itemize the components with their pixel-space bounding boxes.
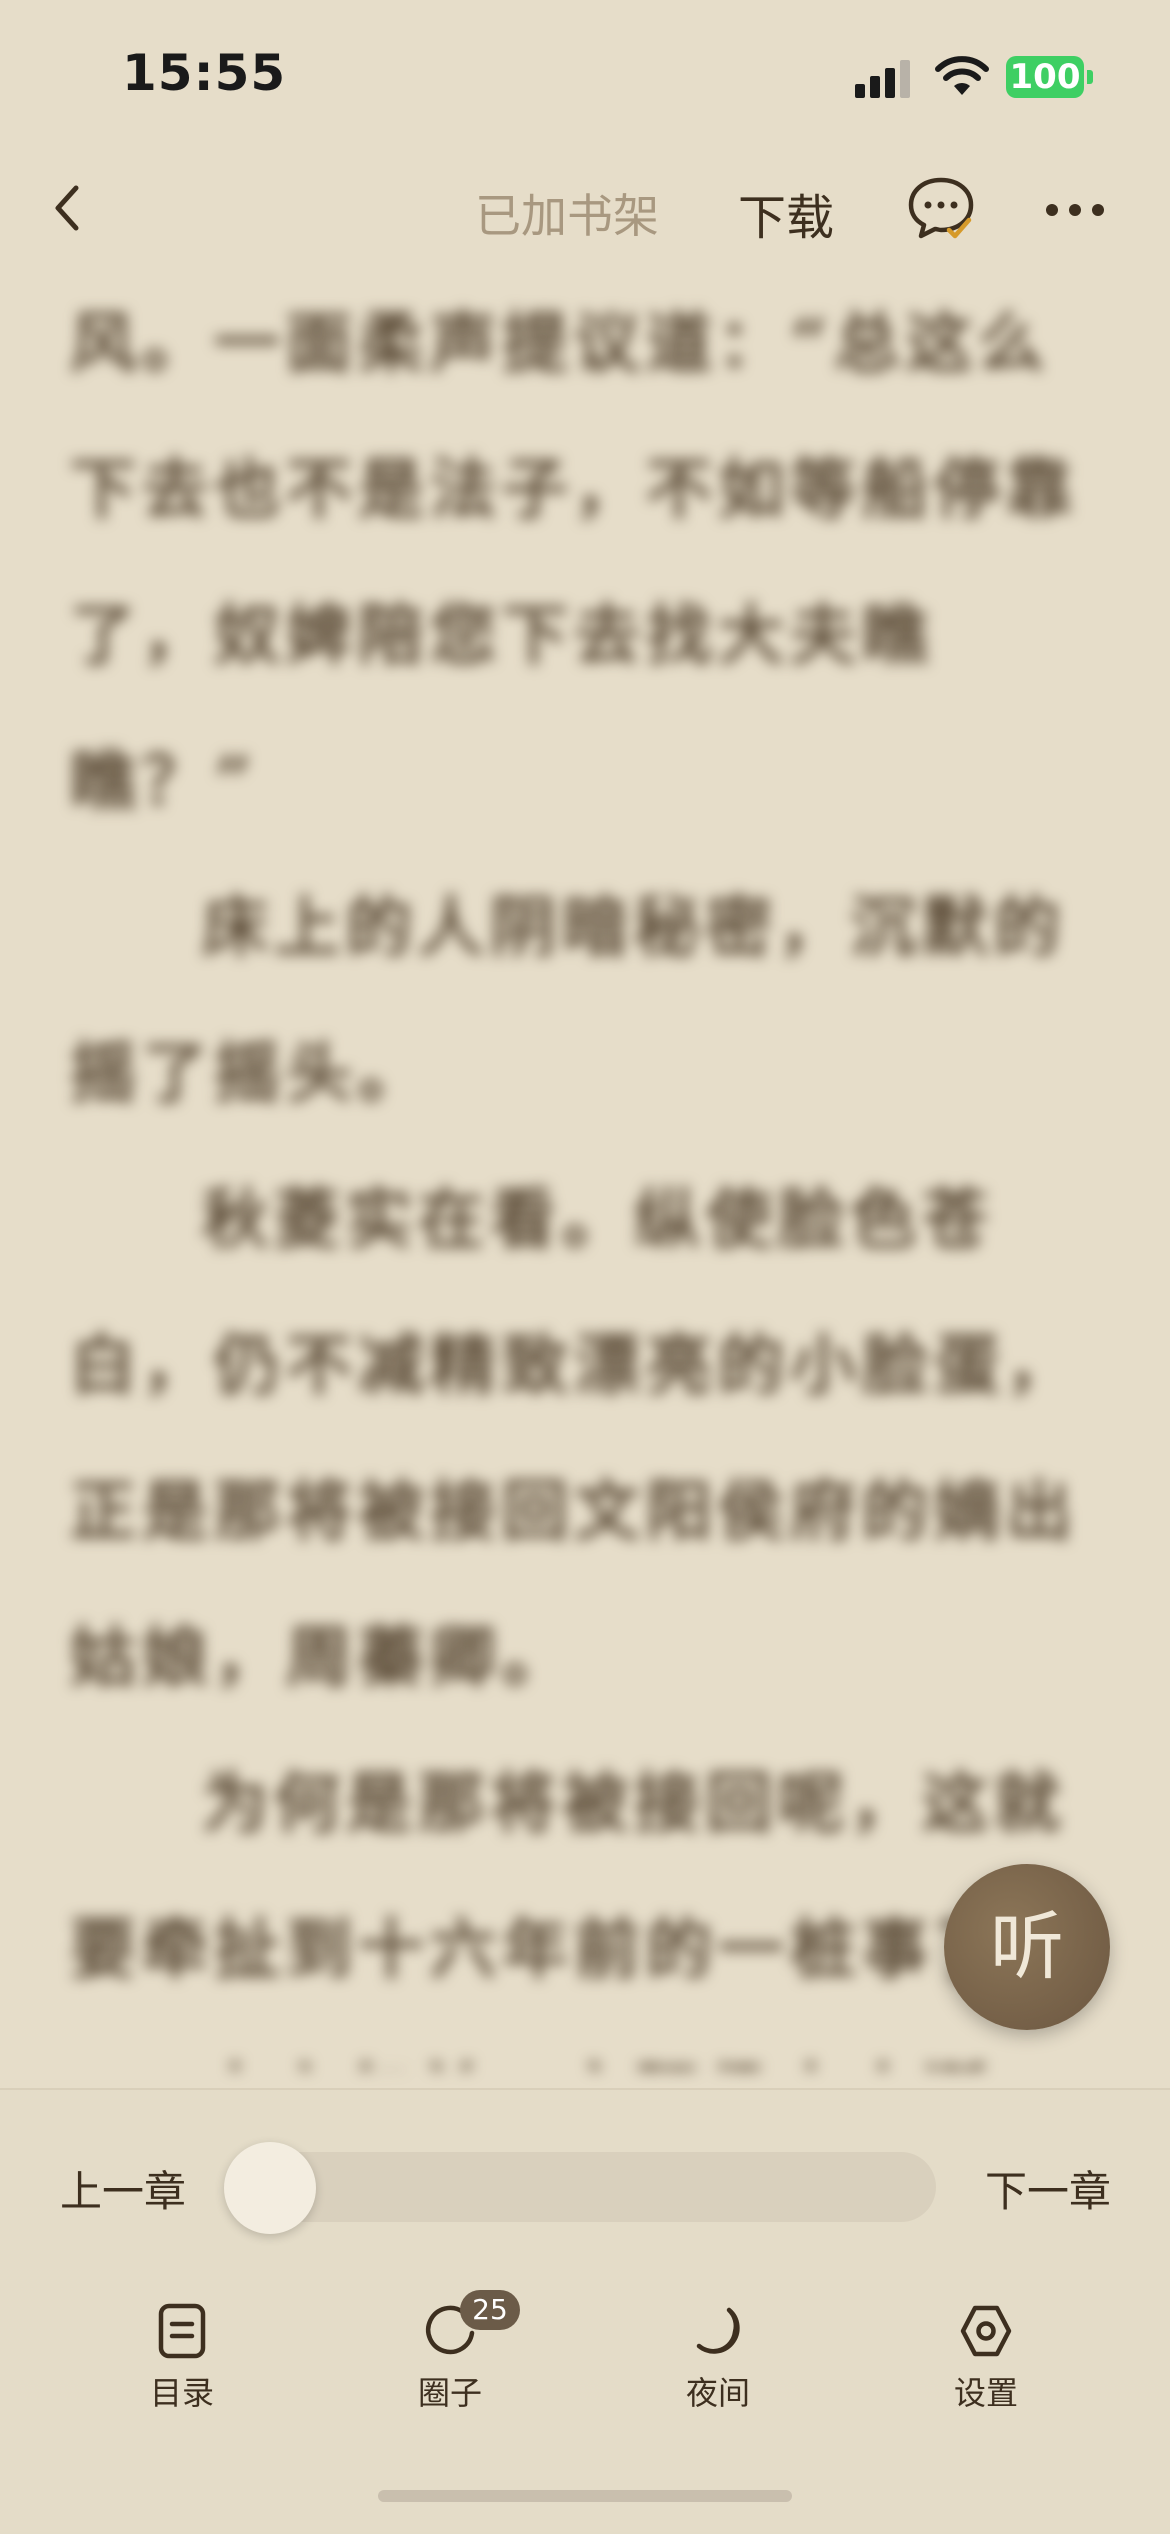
cellular-signal-icon bbox=[855, 58, 915, 98]
toolbar-label: 夜间 bbox=[685, 2374, 750, 2412]
more-icon[interactable] bbox=[1040, 182, 1110, 232]
toolbar-settings[interactable]: 设置 bbox=[906, 2302, 1066, 2422]
prev-chapter-button[interactable]: 上一章 bbox=[60, 2158, 186, 2219]
battery-icon: 100 bbox=[1006, 56, 1084, 98]
battery-cap bbox=[1087, 70, 1093, 84]
paragraph: 为何是那将被接回呢，这就要牵扯到十六年前的一桩事了。 bbox=[70, 1764, 1078, 1988]
back-button[interactable] bbox=[40, 178, 100, 238]
status-time: 15:55 bbox=[122, 44, 287, 102]
settings-icon bbox=[960, 2305, 1012, 2357]
circle-badge: 25 bbox=[460, 2290, 520, 2330]
paragraph: 床上的人阴暗秘密，沉默的摇了摇头。 bbox=[70, 888, 1066, 1112]
comment-icon[interactable] bbox=[905, 172, 977, 244]
paragraph: 十六年前，文阳侯夫人诞下…… bbox=[70, 2022, 1100, 2070]
paragraph: 秋菱实在看。纵使脸色苍白，仍不减精致漂亮的小脸蛋，正是那将被接回文阳侯府的嫡出姑… bbox=[70, 1180, 1078, 1696]
toolbar-label: 圈子 bbox=[417, 2374, 482, 2412]
bottom-panel: 上一章 下一章 目录 25 圈子 夜间 设置 bbox=[0, 2088, 1170, 2534]
toolbar-label: 设置 bbox=[953, 2374, 1018, 2412]
paragraph: 风。一面柔声提议道：“总这么下去也不是法子，不如等船停靠了，奴婢陪您下去找大夫瞧… bbox=[70, 304, 1078, 820]
listen-button[interactable]: 听 bbox=[944, 1864, 1110, 2030]
top-nav: 已加书架 下载 bbox=[0, 160, 1170, 260]
toolbar-catalog[interactable]: 目录 bbox=[102, 2302, 262, 2422]
reading-content: 风。一面柔声提议道：“总这么下去也不是法子，不如等船停靠了，奴婢陪您下去找大夫瞧… bbox=[70, 270, 1100, 2070]
toolbar-circle[interactable]: 25 圈子 bbox=[370, 2290, 530, 2422]
toolbar-label: 目录 bbox=[149, 2374, 214, 2412]
toolbar-night[interactable]: 夜间 bbox=[638, 2302, 798, 2422]
next-chapter-button[interactable]: 下一章 bbox=[985, 2158, 1111, 2219]
status-bar: 15:55 100 bbox=[0, 0, 1170, 150]
catalog-icon bbox=[158, 2303, 206, 2359]
wifi-icon bbox=[935, 56, 989, 95]
download-button[interactable]: 下载 bbox=[738, 178, 834, 248]
moon-icon bbox=[696, 2307, 740, 2354]
home-indicator bbox=[378, 2490, 792, 2502]
chapter-progress-slider[interactable] bbox=[226, 2152, 936, 2222]
added-to-shelf-label[interactable]: 已加书架 bbox=[475, 180, 659, 246]
slider-thumb[interactable] bbox=[224, 2142, 316, 2234]
